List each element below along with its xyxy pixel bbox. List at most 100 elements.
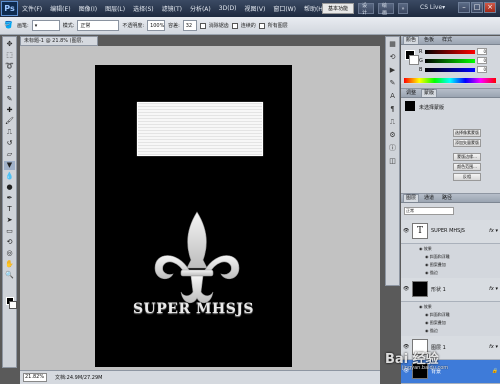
document-tab[interactable]: 未标题-1 @ 21.8% (图层, RGB/8) [20,36,98,52]
menu-image[interactable]: 图像(I) [75,4,101,13]
crop-tool-icon[interactable]: ⌗ [4,84,15,93]
effects-icon[interactable]: fx ▾ [489,286,498,292]
history-brush-tool-icon[interactable]: ↺ [4,139,15,148]
tab-layers[interactable]: 图层 [403,194,420,202]
pattern-overlay-effect[interactable]: 图案叠加 [425,261,446,269]
workspace-more-button[interactable]: » [398,3,408,14]
effects-icon[interactable]: fx ▾ [489,344,498,350]
menu-layer[interactable]: 图层(L) [101,4,129,13]
paint-bucket-tool-icon[interactable]: ▼ [4,161,15,170]
all-layers-checkbox[interactable] [258,22,265,29]
maximize-button[interactable]: □ [471,2,483,13]
3d-orbit-tool-icon[interactable]: ◎ [4,249,15,258]
red-value-input[interactable]: 0 [477,48,487,55]
clone-stamp-tool-icon[interactable]: ⎍ [4,128,15,137]
path-selection-tool-icon[interactable]: ➤ [4,216,15,225]
opacity-input[interactable]: 100% [147,20,166,31]
menu-file[interactable]: 文件(F) [18,4,46,13]
cs-live-button[interactable]: CS Live▾ [420,4,445,11]
tab-channels[interactable]: 通道 [421,194,437,202]
effects-label[interactable]: 效果 [419,245,432,253]
workspace-essentials-button[interactable]: 基本功能 [322,3,354,14]
panel-background-color[interactable] [409,55,419,65]
menu-view[interactable]: 视图(V) [241,4,270,13]
tab-color[interactable]: 颜色 [403,36,420,44]
eraser-tool-icon[interactable]: ▱ [4,150,15,159]
bevel-emboss-effect[interactable]: 斜面和浮雕 [425,253,450,261]
canvas[interactable]: SUPER MHSJS [95,65,292,367]
character-icon[interactable]: A [388,92,398,101]
background-color-swatch[interactable] [9,301,17,309]
hand-tool-icon[interactable]: ✋ [4,260,15,269]
tab-adjustments[interactable]: 调整 [403,89,419,97]
navigator-icon[interactable]: ◫ [388,157,398,166]
stroke-effect[interactable]: 描边 [425,269,438,277]
actions-icon[interactable]: ▶ [388,66,398,75]
invert-button[interactable]: 反相 [453,173,481,181]
green-value-input[interactable]: 0 [477,57,487,64]
menu-select[interactable]: 选择(S) [129,4,158,13]
mode-select[interactable]: 正常 [77,20,120,31]
menu-filter[interactable]: 滤镜(T) [158,4,186,13]
add-vector-mask-button[interactable]: 添加矢量蒙版 [453,139,481,147]
shape-tool-icon[interactable]: ▭ [4,227,15,236]
healing-brush-tool-icon[interactable]: ✚ [4,106,15,115]
tolerance-input[interactable]: 32 [182,20,197,31]
anti-alias-checkbox[interactable] [199,22,206,29]
color-range-button[interactable]: 颜色范围... [453,163,481,171]
magic-wand-tool-icon[interactable]: ✧ [4,73,15,82]
document-workspace[interactable]: SUPER MHSJS [20,46,380,370]
eye-icon[interactable]: 👁 [403,286,409,292]
select-pixel-mask-button[interactable]: 选择像素蒙版 [453,129,481,137]
pen-tool-icon[interactable]: ✒ [4,194,15,203]
layer-row[interactable]: 👁 T SUPER MHSJS fx ▾ [401,220,500,244]
layer-name[interactable]: SUPER MHSJS [431,228,465,234]
menu-3d[interactable]: 3D(D) [215,5,241,12]
pattern-overlay-effect[interactable]: 图案叠加 [425,319,446,327]
brush-preset-dropdown[interactable]: ▾ [31,20,60,31]
minimize-button[interactable]: – [458,2,470,13]
brush-tool-icon[interactable]: 🖌 [4,117,15,126]
paint-bucket-icon[interactable]: 🪣 [3,21,14,30]
tab-paths[interactable]: 路径 [439,194,455,202]
zoom-tool-icon[interactable]: 🔍 [4,271,15,280]
effects-icon[interactable]: fx ▾ [489,228,498,234]
workspace-design-button[interactable]: 设计 [358,3,374,16]
red-slider[interactable] [425,49,475,54]
paragraph-icon[interactable]: ¶ [388,105,398,114]
history-icon[interactable]: ⟲ [388,53,398,62]
mask-edge-button[interactable]: 蒙版边缘... [453,153,481,161]
tab-masks[interactable]: 蒙版 [421,89,438,97]
eye-icon[interactable]: 👁 [403,228,409,234]
color-spectrum-ramp[interactable] [404,78,496,83]
info-icon[interactable]: ⓘ [388,144,398,153]
green-slider[interactable] [425,58,475,63]
mini-bridge-icon[interactable]: ▦ [388,40,398,49]
tab-swatches[interactable]: 色板 [421,36,437,44]
marquee-tool-icon[interactable]: ⬚ [4,51,15,60]
blue-value-input[interactable]: 0 [477,66,487,73]
document-size-info[interactable]: 文档:24.9M/27.29M [55,374,102,381]
zoom-level-input[interactable]: 21.82% [23,373,47,382]
move-tool-icon[interactable]: ✥ [4,40,15,49]
dodge-tool-icon[interactable]: ● [4,183,15,192]
menu-edit[interactable]: 编辑(E) [46,4,74,13]
tool-presets-icon[interactable]: ⚙ [388,131,398,140]
blue-slider[interactable] [425,67,475,72]
menu-analysis[interactable]: 分析(A) [186,4,215,13]
menu-window[interactable]: 窗口(W) [269,4,300,13]
tab-styles[interactable]: 样式 [439,36,455,44]
blur-tool-icon[interactable]: 💧 [4,172,15,181]
layer-row[interactable]: 👁 形状 1 fx ▾ [401,278,500,302]
layer-name[interactable]: 形状 1 [431,286,446,293]
eyedropper-tool-icon[interactable]: ✎ [4,95,15,104]
brush-presets-icon[interactable]: ✎ [388,79,398,88]
workspace-painting-button[interactable]: 绘画 [378,3,394,16]
contiguous-checkbox[interactable] [231,22,238,29]
blend-mode-select[interactable]: 正常 [404,207,454,215]
close-button[interactable]: × [484,2,496,13]
bevel-emboss-effect[interactable]: 斜面和浮雕 [425,311,450,319]
3d-rotate-tool-icon[interactable]: ⟲ [4,238,15,247]
type-tool-icon[interactable]: T [4,205,15,214]
stroke-effect[interactable]: 描边 [425,327,438,335]
